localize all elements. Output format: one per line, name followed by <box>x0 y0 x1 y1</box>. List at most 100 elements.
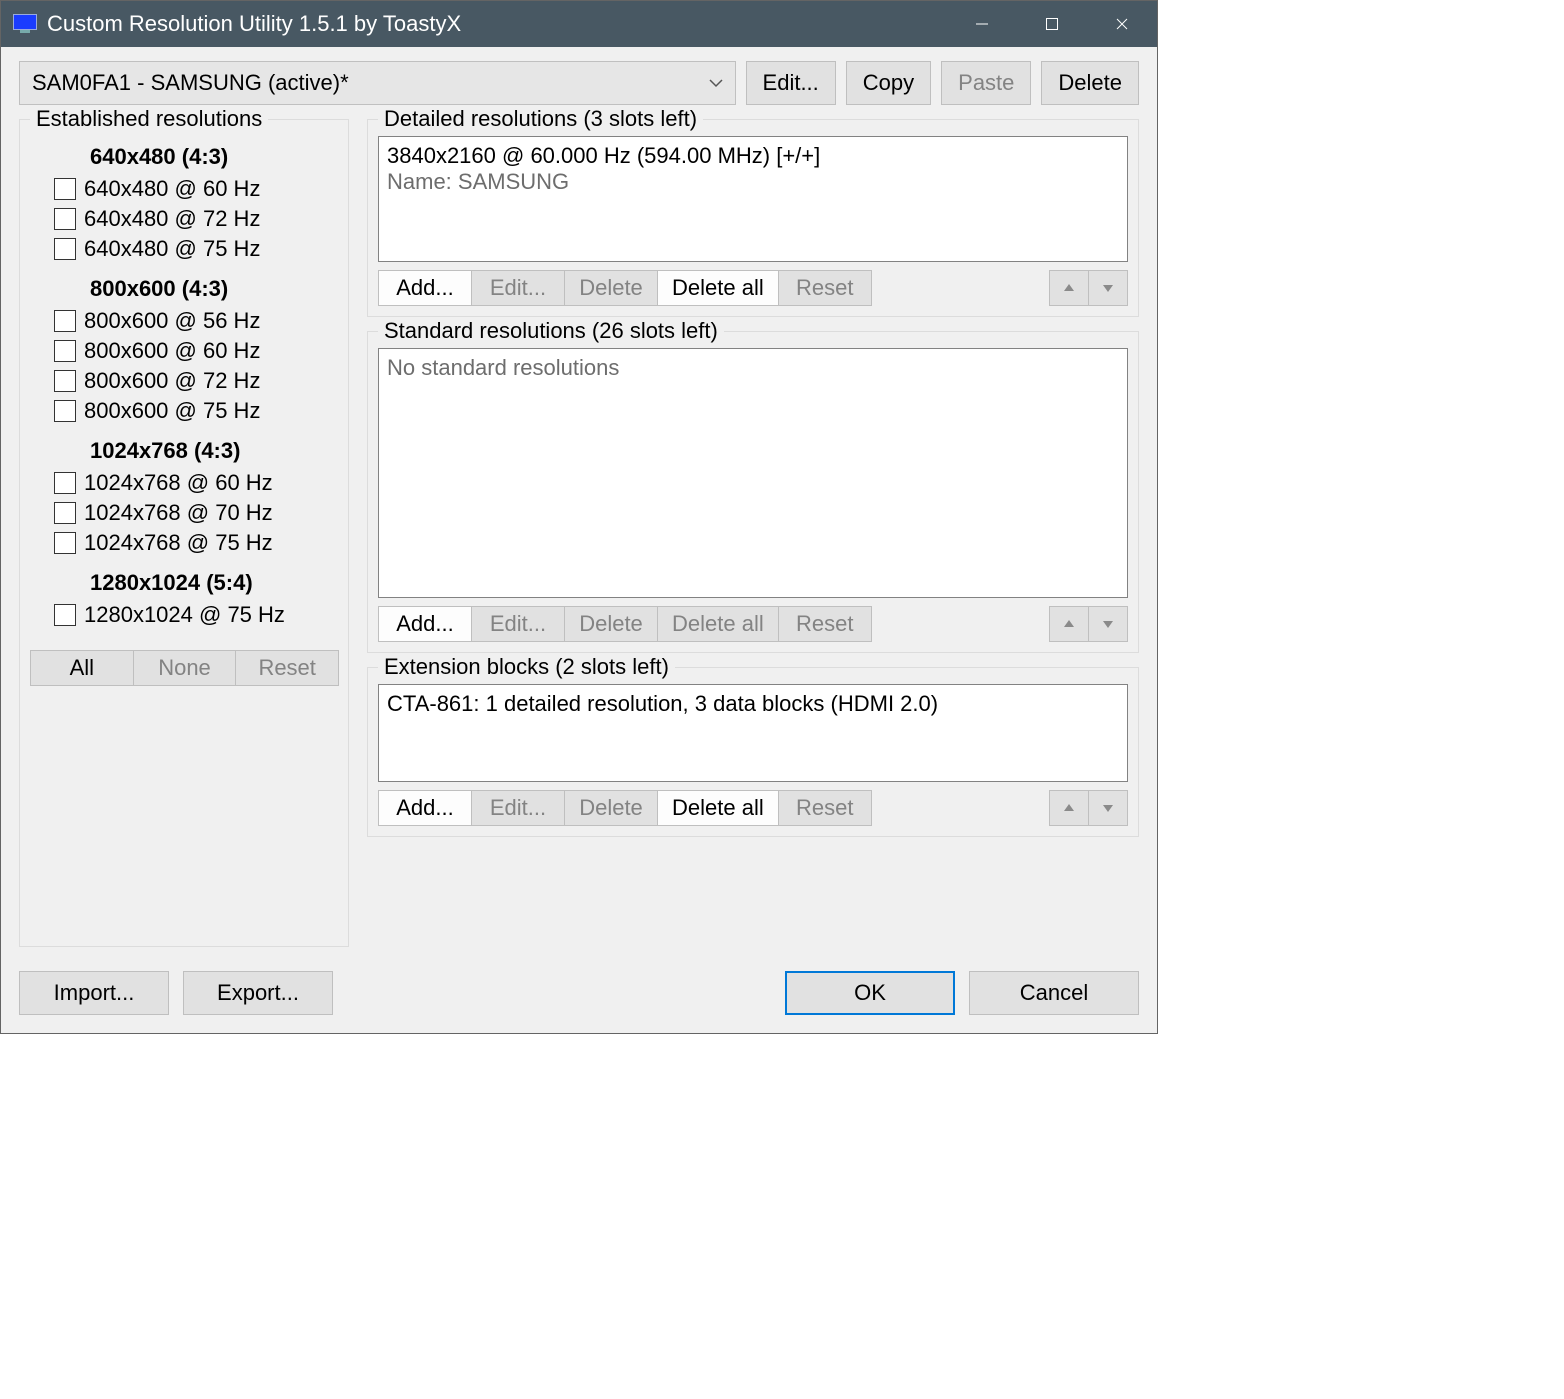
detailed-listbox[interactable]: 3840x2160 @ 60.000 Hz (594.00 MHz) [+/+]… <box>378 136 1128 262</box>
detailed-reset-button[interactable]: Reset <box>778 270 872 306</box>
display-dropdown-value: SAM0FA1 - SAMSUNG (active)* <box>32 70 349 96</box>
standard-edit-button[interactable]: Edit... <box>471 606 565 642</box>
established-row: 640x480 @ 75 Hz <box>54 236 332 262</box>
detailed-legend: Detailed resolutions (3 slots left) <box>378 106 703 132</box>
resolution-checkbox[interactable] <box>54 178 76 200</box>
established-reset-button[interactable]: Reset <box>235 650 339 686</box>
detailed-movedown-button[interactable] <box>1088 270 1128 306</box>
close-button[interactable] <box>1087 1 1157 47</box>
resolution-checkbox[interactable] <box>54 310 76 332</box>
established-row: 800x600 @ 60 Hz <box>54 338 332 364</box>
display-delete-button[interactable]: Delete <box>1041 61 1139 105</box>
extension-movedown-button[interactable] <box>1088 790 1128 826</box>
resolution-label: 640x480 @ 75 Hz <box>84 236 260 262</box>
established-header: 640x480 (4:3) <box>90 144 332 170</box>
detailed-deleteall-button[interactable]: Delete all <box>657 270 779 306</box>
established-header: 800x600 (4:3) <box>90 276 332 302</box>
extension-delete-button[interactable]: Delete <box>564 790 658 826</box>
app-icon <box>13 14 37 34</box>
extension-moveup-button[interactable] <box>1049 790 1089 826</box>
resolution-checkbox[interactable] <box>54 604 76 626</box>
detailed-edit-button[interactable]: Edit... <box>471 270 565 306</box>
window-content: SAM0FA1 - SAMSUNG (active)* Edit... Copy… <box>1 47 1157 1033</box>
top-toolbar: SAM0FA1 - SAMSUNG (active)* Edit... Copy… <box>19 61 1139 105</box>
standard-moveup-button[interactable] <box>1049 606 1089 642</box>
chevron-down-icon <box>709 75 723 91</box>
resolution-checkbox[interactable] <box>54 370 76 392</box>
resolution-checkbox[interactable] <box>54 472 76 494</box>
titlebar: Custom Resolution Utility 1.5.1 by Toast… <box>1 1 1157 47</box>
detailed-add-button[interactable]: Add... <box>378 270 472 306</box>
resolution-label: 640x480 @ 72 Hz <box>84 206 260 232</box>
export-button[interactable]: Export... <box>183 971 333 1015</box>
resolution-label: 800x600 @ 60 Hz <box>84 338 260 364</box>
detailed-delete-button[interactable]: Delete <box>564 270 658 306</box>
resolution-checkbox[interactable] <box>54 340 76 362</box>
standard-deleteall-button[interactable]: Delete all <box>657 606 779 642</box>
resolution-label: 800x600 @ 56 Hz <box>84 308 260 334</box>
ok-button[interactable]: OK <box>785 971 955 1015</box>
display-dropdown[interactable]: SAM0FA1 - SAMSUNG (active)* <box>19 61 736 105</box>
established-row: 1024x768 @ 60 Hz <box>54 470 332 496</box>
standard-movedown-button[interactable] <box>1088 606 1128 642</box>
established-buttons: All None Reset <box>30 650 338 686</box>
resolution-label: 800x600 @ 72 Hz <box>84 368 260 394</box>
window-controls <box>947 1 1157 47</box>
established-group: Established resolutions 640x480 (4:3)640… <box>19 119 349 947</box>
resolution-label: 640x480 @ 60 Hz <box>84 176 260 202</box>
detailed-group: Detailed resolutions (3 slots left) 3840… <box>367 119 1139 317</box>
detailed-item[interactable]: 3840x2160 @ 60.000 Hz (594.00 MHz) [+/+] <box>387 143 1119 169</box>
app-window: Custom Resolution Utility 1.5.1 by Toast… <box>0 0 1158 1034</box>
extension-legend: Extension blocks (2 slots left) <box>378 654 675 680</box>
detailed-moveup-button[interactable] <box>1049 270 1089 306</box>
established-row: 640x480 @ 60 Hz <box>54 176 332 202</box>
established-none-button[interactable]: None <box>133 650 237 686</box>
resolution-label: 800x600 @ 75 Hz <box>84 398 260 424</box>
established-list: 640x480 (4:3) 640x480 @ 60 Hz 640x480 @ 72… <box>30 136 338 640</box>
extension-deleteall-button[interactable]: Delete all <box>657 790 779 826</box>
standard-delete-button[interactable]: Delete <box>564 606 658 642</box>
established-row: 640x480 @ 72 Hz <box>54 206 332 232</box>
resolution-label: 1024x768 @ 60 Hz <box>84 470 273 496</box>
standard-placeholder: No standard resolutions <box>387 355 1119 381</box>
detailed-item-name[interactable]: Name: SAMSUNG <box>387 169 1119 195</box>
bottom-buttons: Import... Export... OK Cancel <box>19 971 1139 1015</box>
resolution-checkbox[interactable] <box>54 502 76 524</box>
established-row: 800x600 @ 56 Hz <box>54 308 332 334</box>
established-all-button[interactable]: All <box>30 650 134 686</box>
extension-buttons: Add... Edit... Delete Delete all Reset <box>378 790 1128 826</box>
resolution-label: 1280x1024 @ 75 Hz <box>84 602 285 628</box>
established-row: 1024x768 @ 75 Hz <box>54 530 332 556</box>
detailed-buttons: Add... Edit... Delete Delete all Reset <box>378 270 1128 306</box>
display-paste-button[interactable]: Paste <box>941 61 1031 105</box>
established-row: 800x600 @ 72 Hz <box>54 368 332 394</box>
display-edit-button[interactable]: Edit... <box>746 61 836 105</box>
established-row: 800x600 @ 75 Hz <box>54 398 332 424</box>
extension-reset-button[interactable]: Reset <box>778 790 872 826</box>
import-button[interactable]: Import... <box>19 971 169 1015</box>
resolution-checkbox[interactable] <box>54 532 76 554</box>
standard-group: Standard resolutions (26 slots left) No … <box>367 331 1139 653</box>
display-copy-button[interactable]: Copy <box>846 61 931 105</box>
resolution-checkbox[interactable] <box>54 400 76 422</box>
maximize-button[interactable] <box>1017 1 1087 47</box>
extension-add-button[interactable]: Add... <box>378 790 472 826</box>
standard-add-button[interactable]: Add... <box>378 606 472 642</box>
established-row: 1024x768 @ 70 Hz <box>54 500 332 526</box>
standard-legend: Standard resolutions (26 slots left) <box>378 318 724 344</box>
extension-edit-button[interactable]: Edit... <box>471 790 565 826</box>
standard-listbox[interactable]: No standard resolutions <box>378 348 1128 598</box>
extension-listbox[interactable]: CTA-861: 1 detailed resolution, 3 data b… <box>378 684 1128 782</box>
resolution-checkbox[interactable] <box>54 208 76 230</box>
established-header: 1280x1024 (5:4) <box>90 570 332 596</box>
standard-reset-button[interactable]: Reset <box>778 606 872 642</box>
resolution-label: 1024x768 @ 75 Hz <box>84 530 273 556</box>
extension-item[interactable]: CTA-861: 1 detailed resolution, 3 data b… <box>387 691 1119 717</box>
window-title: Custom Resolution Utility 1.5.1 by Toast… <box>47 11 947 37</box>
standard-buttons: Add... Edit... Delete Delete all Reset <box>378 606 1128 642</box>
established-row: 1280x1024 @ 75 Hz <box>54 602 332 628</box>
cancel-button[interactable]: Cancel <box>969 971 1139 1015</box>
resolution-checkbox[interactable] <box>54 238 76 260</box>
minimize-button[interactable] <box>947 1 1017 47</box>
established-header: 1024x768 (4:3) <box>90 438 332 464</box>
